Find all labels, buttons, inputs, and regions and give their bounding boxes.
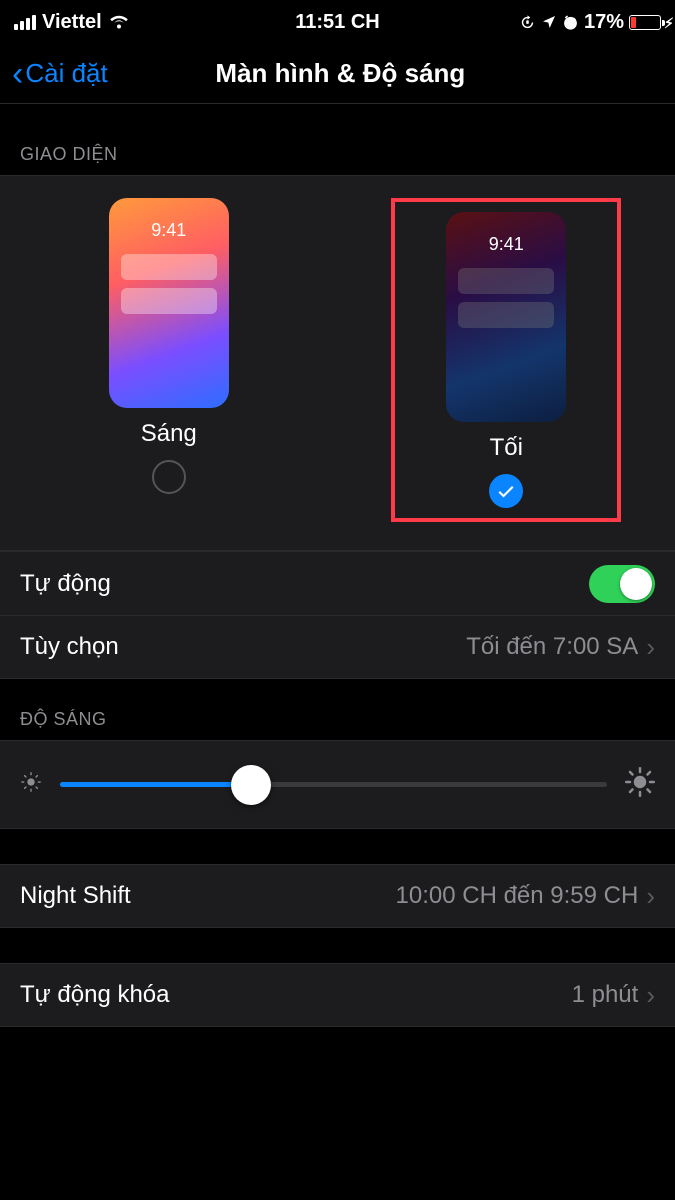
brightness-slider[interactable]: [60, 782, 607, 787]
automatic-toggle[interactable]: [589, 565, 655, 603]
brightness-low-icon: [20, 771, 42, 798]
battery-icon: ⚡︎: [629, 15, 661, 30]
row-options[interactable]: Tùy chọn Tối đến 7:00 SA ›: [0, 615, 675, 679]
row-night-shift[interactable]: Night Shift 10:00 CH đến 9:59 CH ›: [0, 864, 675, 928]
radio-checked-icon[interactable]: [489, 474, 523, 508]
orientation-lock-icon: [519, 14, 536, 31]
chevron-right-icon: ›: [646, 632, 655, 663]
brightness-high-icon: [625, 767, 655, 802]
night-shift-detail: 10:00 CH đến 9:59 CH: [396, 882, 639, 910]
clock-label: 11:51 CH: [230, 11, 446, 34]
section-header-brightness: ĐỘ SÁNG: [0, 679, 675, 740]
nav-bar: ‹ Cài đặt Màn hình & Độ sáng: [0, 44, 675, 104]
options-label: Tùy chọn: [20, 633, 119, 661]
auto-lock-label: Tự động khóa: [20, 981, 170, 1009]
appearance-light-label: Sáng: [141, 420, 197, 448]
battery-pct-label: 17%: [584, 11, 624, 34]
appearance-option-light[interactable]: 9:41 Sáng: [54, 198, 284, 522]
signal-icon: [14, 15, 36, 30]
preview-dark: 9:41: [446, 212, 566, 422]
automatic-label: Tự động: [20, 570, 111, 598]
row-automatic[interactable]: Tự động: [0, 551, 675, 615]
brightness-slider-row: [0, 740, 675, 829]
appearance-option-dark[interactable]: 9:41 Tối: [391, 198, 621, 522]
appearance-picker: 9:41 Sáng 9:41 Tối: [0, 175, 675, 551]
night-shift-label: Night Shift: [20, 882, 131, 910]
page-title: Màn hình & Độ sáng: [18, 58, 663, 89]
appearance-dark-label: Tối: [490, 434, 523, 462]
options-detail: Tối đến 7:00 SA: [466, 633, 638, 661]
chevron-right-icon: ›: [646, 980, 655, 1011]
carrier-label: Viettel: [42, 11, 102, 34]
section-header-appearance: GIAO DIỆN: [0, 104, 675, 175]
location-icon: [541, 14, 557, 30]
wifi-icon: [108, 14, 130, 30]
status-bar: Viettel 11:51 CH 17% ⚡︎: [0, 0, 675, 44]
chevron-right-icon: ›: [646, 881, 655, 912]
auto-lock-detail: 1 phút: [572, 981, 639, 1009]
preview-light: 9:41: [109, 198, 229, 408]
alarm-icon: [562, 14, 579, 31]
radio-unchecked-icon[interactable]: [152, 460, 186, 494]
row-auto-lock[interactable]: Tự động khóa 1 phút ›: [0, 963, 675, 1027]
